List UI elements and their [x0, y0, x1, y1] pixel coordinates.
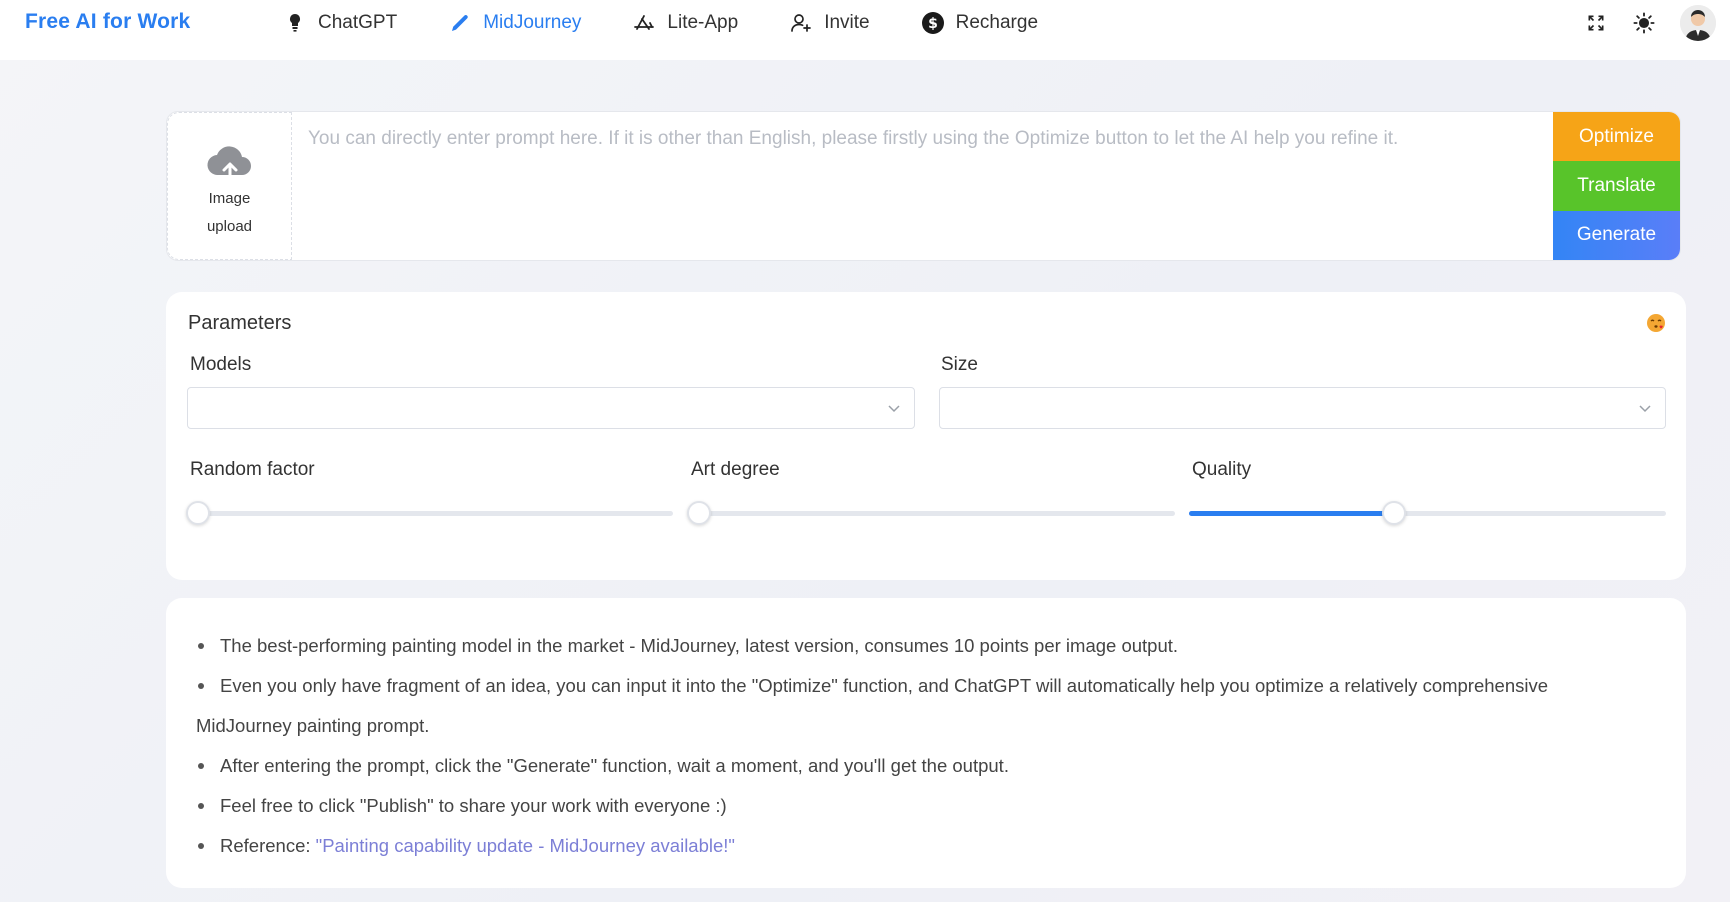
fullscreen-icon[interactable]: [1584, 11, 1608, 35]
dollar-icon: $: [920, 10, 946, 36]
nav-item-recharge[interactable]: $ Recharge: [920, 10, 1038, 36]
list-item: Even you only have fragment of an idea, …: [196, 666, 1656, 706]
prompt-panel: Image upload Optimize Translate Generate: [166, 111, 1681, 261]
models-label: Models: [190, 354, 252, 375]
list-item: Feel free to click "Publish" to share yo…: [196, 786, 1656, 826]
nav-item-lite-app[interactable]: Lite-App: [631, 10, 738, 36]
slider-thumb[interactable]: [186, 501, 210, 525]
list-item: The best-performing painting model in th…: [196, 626, 1656, 666]
app-store-icon: [631, 10, 657, 36]
lightbulb-icon: [282, 10, 308, 36]
image-upload-button[interactable]: Image upload: [167, 112, 292, 260]
info-panel: The best-performing painting model in th…: [166, 598, 1686, 888]
nav-item-label: MidJourney: [483, 12, 582, 33]
list-item-continuation: MidJourney painting prompt.: [196, 715, 430, 736]
reference-label: Reference:: [220, 835, 311, 856]
art-degree-label: Art degree: [691, 459, 780, 480]
main-nav: ChatGPT MidJourney Lite-App Invite $ Rec…: [282, 0, 1088, 46]
cloud-upload-icon: [206, 146, 251, 183]
generate-button[interactable]: Generate: [1553, 210, 1680, 260]
pencil-icon: [447, 10, 473, 36]
size-label: Size: [941, 354, 978, 375]
nav-item-label: Recharge: [955, 12, 1039, 33]
list-item-reference: Reference: "Painting capability update -…: [196, 826, 1656, 866]
top-right-tools: [1584, 0, 1730, 46]
nav-item-chatgpt[interactable]: ChatGPT: [282, 10, 397, 36]
nav-item-label: Lite-App: [667, 12, 739, 33]
slider-fill: [1189, 511, 1395, 516]
random-factor-slider[interactable]: [186, 501, 673, 525]
sun-icon[interactable]: [1632, 11, 1656, 35]
random-factor-label: Random factor: [190, 459, 315, 480]
nav-item-label: ChatGPT: [318, 12, 398, 33]
quality-label: Quality: [1192, 459, 1252, 480]
optimize-button[interactable]: Optimize: [1553, 112, 1680, 162]
models-select[interactable]: [187, 387, 915, 429]
prompt-input[interactable]: [292, 112, 1553, 260]
nav-item-invite[interactable]: Invite: [788, 10, 870, 36]
brand-logo[interactable]: Free AI for Work: [25, 10, 190, 34]
slider-thumb[interactable]: [1382, 501, 1407, 525]
image-upload-label: Image upload: [206, 190, 253, 235]
translate-button[interactable]: Translate: [1553, 161, 1680, 211]
slider-thumb[interactable]: [687, 501, 711, 525]
chevron-down-icon: [1639, 405, 1651, 413]
kiss-emoji-icon[interactable]: [1646, 313, 1666, 333]
svg-text:$: $: [928, 16, 938, 32]
user-plus-icon: [788, 10, 814, 36]
nav-item-midjourney[interactable]: MidJourney: [447, 10, 581, 36]
avatar-icon[interactable]: [1680, 5, 1716, 41]
slider-track: [699, 511, 1175, 516]
info-list: The best-performing painting model in th…: [196, 626, 1656, 866]
chevron-down-icon: [888, 405, 900, 413]
quality-slider[interactable]: [1189, 501, 1666, 525]
size-select[interactable]: [939, 387, 1666, 429]
parameters-title: Parameters: [188, 312, 292, 334]
top-navbar: Free AI for Work ChatGPT MidJourney Lite…: [0, 0, 1730, 60]
prompt-actions: Optimize Translate Generate: [1553, 112, 1680, 260]
list-item: After entering the prompt, click the "Ge…: [196, 746, 1656, 786]
slider-track: [198, 511, 673, 516]
reference-link[interactable]: "Painting capability update - MidJourney…: [316, 835, 735, 856]
parameters-panel: Parameters Models Size Random factor Art…: [166, 292, 1686, 580]
nav-item-label: Invite: [824, 12, 870, 33]
art-degree-slider[interactable]: [687, 501, 1175, 525]
